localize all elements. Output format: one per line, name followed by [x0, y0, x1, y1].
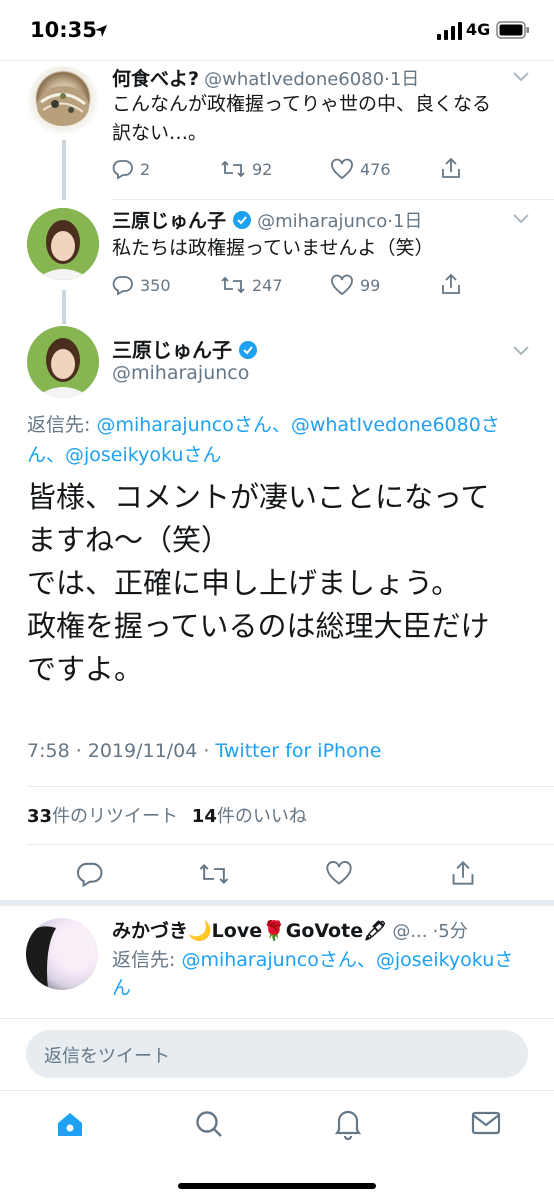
reply-to-line: 返信先: @miharajuncoさん、@joseikyokuさ ん — [112, 946, 542, 1002]
share-icon[interactable] — [440, 272, 462, 296]
heart-icon — [331, 274, 353, 296]
chevron-down-icon[interactable] — [512, 344, 530, 356]
stats-divider-top — [27, 786, 554, 787]
tweet-age: ·5分 — [432, 921, 468, 942]
reply-to-label: 返信先: — [27, 414, 97, 436]
author-name[interactable]: 三原じゅん子 — [112, 210, 226, 232]
author-name[interactable]: みかづき🌙Love🌹GoVote🖋 — [112, 920, 387, 942]
retweet-icon[interactable] — [198, 860, 230, 888]
tweet-timestamp: 7:58 · 2019/11/04 · Twitter for iPhone — [27, 740, 382, 762]
main-tweet: 三原じゅん子 @miharajunco 返信先: @miharajuncoさん、… — [0, 316, 554, 786]
tabbar-divider — [0, 1090, 554, 1091]
food-bowl-image — [37, 86, 89, 126]
tweet-text: 私たちは政権握っていませんよ（笑） — [112, 237, 434, 259]
like-total: 14 — [191, 806, 217, 827]
search-icon[interactable] — [193, 1108, 225, 1140]
tweet-source-link[interactable]: Twitter for iPhone — [215, 740, 381, 762]
reply-action[interactable]: 2 — [112, 158, 150, 180]
network-type: 4G — [466, 20, 491, 39]
stats-divider-bottom — [27, 844, 554, 845]
author-name[interactable]: 三原じゅん子 — [112, 338, 232, 362]
tweet-stats[interactable]: 33件のリツイート 14件のいいね — [27, 802, 307, 828]
author-name[interactable]: 何食べよ? — [112, 68, 199, 90]
heart-icon — [331, 158, 353, 180]
retweet-action[interactable]: 92 — [220, 158, 272, 180]
heart-icon[interactable] — [325, 860, 353, 886]
chevron-down-icon[interactable] — [512, 70, 530, 82]
reply-count: 350 — [140, 275, 171, 295]
reply-icon[interactable] — [76, 860, 104, 888]
status-bar: 10:35 4G — [0, 0, 554, 60]
reply-icon — [112, 160, 133, 180]
tab-bar — [0, 1092, 554, 1172]
retweet-total: 33 — [27, 806, 53, 827]
chevron-down-icon[interactable] — [512, 212, 530, 224]
battery-icon — [496, 21, 529, 39]
avatar[interactable] — [27, 208, 99, 280]
share-icon[interactable] — [440, 156, 462, 180]
main-tweet-text: 皆様、コメントが凄いことになって ますね〜（笑） では、正確に申し上げましょう。… — [27, 480, 490, 686]
author-handle[interactable]: @... — [392, 921, 427, 942]
profile-photo — [27, 326, 99, 398]
tweet-age: ·1日 — [384, 69, 420, 90]
retweet-icon — [221, 160, 245, 178]
reply-to-users[interactable]: @miharajuncoさん、@whatIvedone6080さ — [96, 414, 499, 436]
profile-photo — [26, 926, 90, 990]
composer-divider — [0, 1018, 554, 1019]
retweet-action[interactable]: 247 — [220, 274, 283, 296]
avatar[interactable] — [27, 66, 99, 138]
tweet-age: ·1日 — [387, 211, 423, 232]
reply-count: 2 — [140, 159, 151, 179]
messages-envelope-icon[interactable] — [470, 1108, 502, 1138]
author-handle[interactable]: @miharajunco — [112, 362, 249, 384]
retweet-icon — [221, 276, 245, 294]
verified-badge-icon — [233, 211, 252, 229]
reply-to-users[interactable]: ん — [112, 974, 542, 1002]
avatar[interactable] — [26, 918, 98, 990]
like-action[interactable]: 99 — [330, 274, 380, 296]
tweet-parent-1[interactable]: 何食べよ? @whatIvedone6080·1日 こんなんが政権握ってりゃ世の… — [0, 60, 554, 200]
like-count: 476 — [360, 159, 391, 179]
share-icon[interactable] — [450, 858, 476, 888]
like-count: 99 — [360, 275, 381, 295]
reply-to-users[interactable]: ん、@joseikyokuさん — [27, 440, 537, 470]
reply-action[interactable]: 350 — [112, 274, 171, 296]
author-handle[interactable]: @whatIvedone6080 — [204, 69, 384, 90]
reply-composer-input[interactable]: 返信をツイート — [26, 1030, 528, 1078]
tweet-parent-2[interactable]: 三原じゅん子 @miharajunco·1日 私たちは政権握っていませんよ（笑）… — [0, 200, 554, 316]
reply-tweet[interactable]: みかづき🌙Love🌹GoVote🖋 @... ·5分 返信先: @miharaj… — [0, 906, 554, 1018]
home-icon[interactable] — [54, 1108, 86, 1140]
home-indicator — [178, 1183, 376, 1189]
retweet-count: 247 — [252, 275, 283, 295]
avatar[interactable] — [27, 326, 99, 398]
like-action[interactable]: 476 — [330, 158, 391, 180]
signal-bars-icon — [437, 22, 462, 40]
tweet-text: こんなんが政権握ってりゃ世の中、良くなる 訳ない…。 — [112, 93, 492, 144]
verified-badge-icon — [239, 341, 257, 359]
retweet-count: 92 — [252, 159, 273, 179]
reply-icon — [112, 276, 133, 296]
profile-photo — [27, 208, 99, 280]
reply-to-users[interactable]: @miharajuncoさん、@joseikyokuさ — [181, 949, 513, 971]
status-time: 10:35 — [30, 18, 97, 42]
reply-to-line: 返信先: @miharajuncoさん、@whatIvedone6080さ ん、… — [27, 410, 537, 470]
author-handle[interactable]: @miharajunco — [257, 211, 387, 232]
location-arrow-icon — [95, 25, 107, 37]
notifications-bell-icon[interactable] — [332, 1106, 364, 1140]
